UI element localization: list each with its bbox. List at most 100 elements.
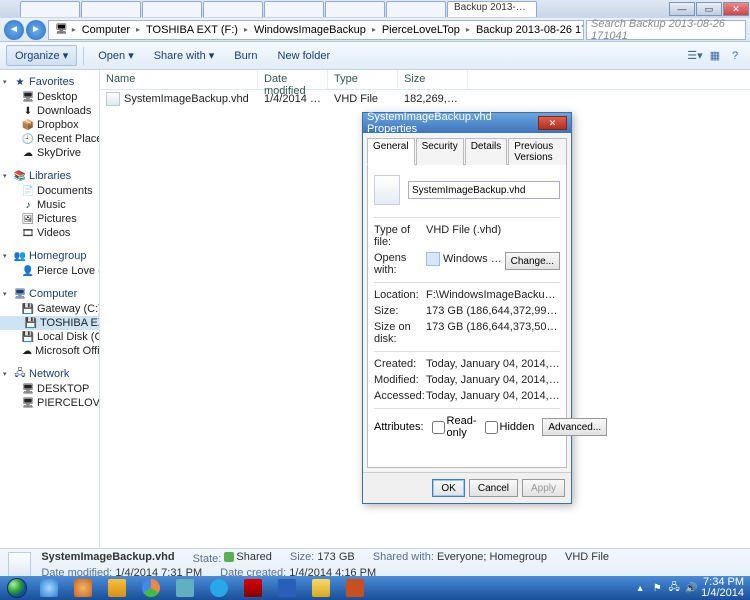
tree-item-videos[interactable]: 🎞Videos — [0, 226, 99, 240]
chevron-right-icon[interactable]: ▸ — [242, 25, 250, 34]
start-button[interactable] — [2, 577, 32, 599]
tab-previous-versions[interactable]: Previous Versions — [508, 138, 567, 165]
nav-back-button[interactable]: ◄ — [4, 20, 24, 40]
change-button[interactable]: Change... — [505, 252, 560, 270]
tab-security[interactable]: Security — [416, 138, 464, 165]
taskbar-app-ppt[interactable] — [338, 577, 372, 599]
readonly-checkbox[interactable]: Read-only — [432, 415, 477, 439]
share-with-button[interactable]: Share with ▾ — [146, 46, 223, 65]
ppt-icon — [346, 579, 364, 597]
tree-item-dropbox[interactable]: 📦Dropbox — [0, 118, 99, 132]
tree-item-gateway-c[interactable]: 💾Gateway (C:) — [0, 302, 99, 316]
window-maximize-button[interactable]: ▭ — [696, 2, 722, 16]
browser-tab[interactable] — [20, 1, 80, 17]
browser-tab[interactable] — [142, 1, 202, 17]
browser-tab-current[interactable]: Backup 2013-08-26 17... — [447, 1, 537, 17]
dialog-close-button[interactable]: ✕ — [538, 116, 567, 130]
breadcrumb-item[interactable]: PierceLoveLTop — [378, 24, 464, 36]
separator — [83, 47, 84, 65]
attributes-label: Attributes: — [374, 421, 424, 433]
tray-network-icon[interactable]: 🖧 — [667, 581, 681, 595]
file-row[interactable]: SystemImageBackup.vhd 1/4/2014 7:31 PM V… — [100, 90, 750, 108]
star-icon: ★ — [14, 76, 26, 88]
pc-icon: 🖥 — [22, 397, 34, 409]
tree-network-header[interactable]: 🖧Network — [0, 366, 99, 382]
taskbar-clock[interactable]: 7:34 PM 1/4/2014 — [701, 577, 744, 599]
column-size[interactable]: Size — [398, 70, 468, 89]
chevron-right-icon[interactable]: ▸ — [370, 25, 378, 34]
tree-item-homegroup-user[interactable]: 👤Pierce Love (PIERCE... — [0, 264, 99, 278]
recent-icon: 🕘 — [22, 133, 34, 145]
help-button[interactable]: ? — [726, 47, 744, 65]
tree-item-skydrive[interactable]: ☁SkyDrive — [0, 146, 99, 160]
breadcrumb-item[interactable]: Computer — [78, 24, 134, 36]
tree-computer-header[interactable]: 🖥Computer — [0, 286, 99, 302]
tree-item-music[interactable]: ♪Music — [0, 198, 99, 212]
tree-item-desktop[interactable]: 🖥Desktop — [0, 90, 99, 104]
taskbar-app-explorer[interactable] — [304, 577, 338, 599]
tray-flag-icon[interactable]: ⚑ — [650, 581, 664, 595]
taskbar-app-player[interactable] — [100, 577, 134, 599]
tree-homegroup-header[interactable]: 👥Homegroup — [0, 248, 99, 264]
size-on-disk-label: Size on disk: — [374, 321, 426, 345]
browser-tab[interactable] — [325, 1, 385, 17]
tree-item-documents[interactable]: 📄Documents — [0, 184, 99, 198]
chevron-right-icon[interactable]: ▸ — [70, 25, 78, 34]
tray-volume-icon[interactable]: 🔊 — [684, 581, 698, 595]
chevron-right-icon[interactable]: ▸ — [464, 25, 472, 34]
view-options-button[interactable]: ☰▾ — [686, 47, 704, 65]
browser-tab[interactable] — [264, 1, 324, 17]
taskbar-app-snagit[interactable] — [168, 577, 202, 599]
window-minimize-button[interactable]: ― — [669, 2, 695, 16]
tab-general[interactable]: General — [367, 138, 415, 165]
advanced-button[interactable]: Advanced... — [542, 418, 607, 436]
tab-details[interactable]: Details — [465, 138, 508, 165]
ok-button[interactable]: OK — [432, 479, 464, 497]
preview-pane-button[interactable]: ▦ — [706, 47, 724, 65]
taskbar-app-ie[interactable] — [32, 577, 66, 599]
nav-forward-button[interactable]: ► — [26, 20, 46, 40]
window-close-button[interactable]: ✕ — [723, 2, 749, 16]
tree-item-office[interactable]: ☁Microsoft Office Cli... — [0, 344, 99, 358]
pc-icon: 🖥 — [22, 383, 34, 395]
burn-button[interactable]: Burn — [226, 47, 265, 65]
column-type[interactable]: Type — [328, 70, 398, 89]
taskbar-app-skype[interactable] — [202, 577, 236, 599]
hidden-checkbox[interactable]: Hidden — [485, 421, 535, 434]
tree-item-desktop-pc[interactable]: 🖥DESKTOP — [0, 382, 99, 396]
tree-item-piercelove[interactable]: 🖥PIERCELOVE-LT — [0, 396, 99, 410]
browser-tab[interactable] — [386, 1, 446, 17]
tree-item-pictures[interactable]: 🖼Pictures — [0, 212, 99, 226]
taskbar-app-word[interactable] — [270, 577, 304, 599]
tree-favorites-header[interactable]: ★Favorites — [0, 74, 99, 90]
search-input[interactable]: Search Backup 2013-08-26 171041 — [586, 20, 746, 40]
taskbar-app-ps[interactable] — [236, 577, 270, 599]
filename-input[interactable] — [408, 181, 560, 199]
address-breadcrumb[interactable]: 🖥 ▸ Computer ▸ TOSHIBA EXT (F:) ▸ Window… — [48, 20, 584, 40]
created-value: Today, January 04, 2014, 3 hours ago — [426, 358, 560, 370]
column-name[interactable]: Name — [100, 70, 258, 89]
browser-tab[interactable] — [203, 1, 263, 17]
cancel-button[interactable]: Cancel — [469, 479, 518, 497]
column-date[interactable]: Date modified — [258, 70, 328, 89]
tree-item-local-g[interactable]: 💾Local Disk (G:) — [0, 330, 99, 344]
new-folder-button[interactable]: New folder — [270, 47, 339, 65]
snag-icon — [176, 579, 194, 597]
tree-libraries-header[interactable]: 📚Libraries — [0, 168, 99, 184]
tree-item-recent[interactable]: 🕘Recent Places — [0, 132, 99, 146]
breadcrumb-item[interactable]: WindowsImageBackup — [250, 24, 370, 36]
apply-button[interactable]: Apply — [522, 479, 565, 497]
tree-item-downloads[interactable]: ⬇Downloads — [0, 104, 99, 118]
open-button[interactable]: Open ▾ — [90, 46, 142, 65]
breadcrumb-item[interactable]: TOSHIBA EXT (F:) — [142, 24, 242, 36]
taskbar-app-firefox[interactable] — [66, 577, 100, 599]
taskbar-app-chrome[interactable] — [134, 577, 168, 599]
tray-chevron-icon[interactable]: ▴ — [633, 581, 647, 595]
accessed-label: Accessed: — [374, 390, 426, 402]
organize-button[interactable]: Organize ▾ — [6, 45, 77, 66]
dialog-titlebar[interactable]: SystemImageBackup.vhd Properties ✕ — [363, 113, 571, 133]
breadcrumb-item[interactable]: Backup 2013-08-26 171041 — [472, 24, 584, 36]
chevron-right-icon[interactable]: ▸ — [134, 25, 142, 34]
browser-tab[interactable] — [81, 1, 141, 17]
tree-item-toshiba-f[interactable]: 💾TOSHIBA EXT (F:) — [0, 316, 99, 330]
